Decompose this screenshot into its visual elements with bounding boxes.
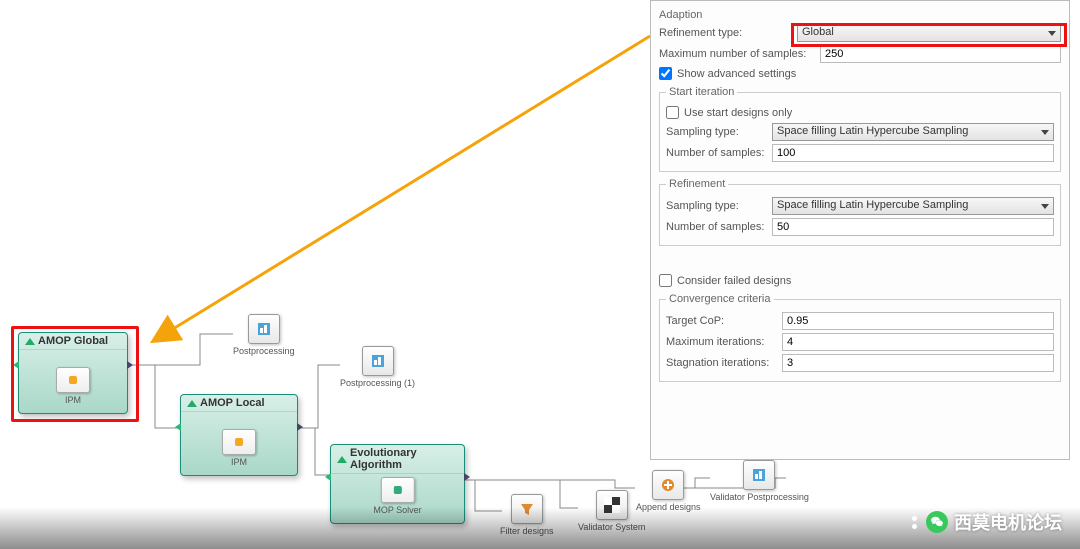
input-ref-num-samples[interactable]	[772, 218, 1054, 236]
label-refinement-type: Refinement type:	[659, 27, 791, 39]
legend-refinement: Refinement	[666, 178, 728, 190]
node-label: Validator Postprocessing	[710, 492, 809, 502]
label-ref-num-samples: Number of samples:	[666, 221, 766, 233]
label-stag-iter: Stagnation iterations:	[666, 357, 776, 369]
node-append-designs[interactable]: Append designs	[636, 470, 701, 512]
input-start-num-samples[interactable]	[772, 144, 1054, 162]
group-start-iteration: Start iteration Use start designs only S…	[659, 86, 1061, 172]
checkbox-show-advanced[interactable]	[659, 67, 672, 80]
label-max-iter: Maximum iterations:	[666, 336, 776, 348]
chevron-down-icon	[1041, 204, 1049, 209]
node-label: Postprocessing	[233, 346, 295, 356]
label-start-num-samples: Number of samples:	[666, 147, 766, 159]
label-max-samples: Maximum number of samples:	[659, 48, 814, 60]
highlight-refinement-type	[791, 23, 1067, 47]
node-label: Postprocessing (1)	[340, 378, 415, 388]
select-value: Space filling Latin Hypercube Sampling	[777, 199, 968, 211]
checkbox-consider-failed[interactable]	[659, 274, 672, 287]
node-postprocessing[interactable]: Postprocessing	[233, 314, 295, 356]
group-refinement: Refinement Sampling type: Space filling …	[659, 178, 1061, 246]
node-title: AMOP Local	[200, 397, 265, 409]
label-start-sampling-type: Sampling type:	[666, 126, 766, 138]
node-postprocessing-1[interactable]: Postprocessing (1)	[340, 346, 415, 388]
watermark-text: 西莫电机论坛	[954, 509, 1062, 535]
select-value: Space filling Latin Hypercube Sampling	[777, 125, 968, 137]
label-consider-failed: Consider failed designs	[677, 275, 791, 287]
legend-start-iteration: Start iteration	[666, 86, 737, 98]
wechat-dots-icon	[912, 516, 917, 529]
input-stag-iter[interactable]	[782, 354, 1054, 372]
group-convergence: Convergence criteria Target CoP: Maximum…	[659, 293, 1061, 382]
select-start-sampling-type[interactable]: Space filling Latin Hypercube Sampling	[772, 123, 1054, 141]
label-use-start-only: Use start designs only	[684, 107, 792, 119]
highlight-amop-global	[11, 326, 139, 422]
input-max-samples[interactable]	[820, 45, 1061, 63]
checkbox-use-start-only[interactable]	[666, 106, 679, 119]
watermark: 西莫电机论坛	[912, 509, 1062, 535]
select-ref-sampling-type[interactable]: Space filling Latin Hypercube Sampling	[772, 197, 1054, 215]
section-adaption: Adaption	[659, 9, 1061, 21]
node-amop-local[interactable]: AMOP Local IPM	[180, 394, 298, 476]
node-title: Evolutionary Algorithm	[350, 447, 458, 471]
node-validator-postprocessing[interactable]: Validator Postprocessing	[710, 460, 809, 502]
inner-node-icon	[380, 477, 414, 503]
input-target-cop[interactable]	[782, 312, 1054, 330]
input-max-iter[interactable]	[782, 333, 1054, 351]
wechat-icon	[926, 511, 948, 533]
inner-node-label: IPM	[222, 457, 256, 467]
node-status-icon	[187, 400, 197, 407]
label-show-advanced: Show advanced settings	[677, 68, 796, 80]
legend-convergence: Convergence criteria	[666, 293, 774, 305]
chevron-down-icon	[1041, 130, 1049, 135]
label-target-cop: Target CoP:	[666, 315, 776, 327]
canvas: AMOP Global IPM AMOP Local IPM Evolution…	[0, 0, 1080, 549]
node-status-icon	[337, 456, 347, 463]
settings-panel: Adaption Refinement type: Global Maximum…	[650, 0, 1070, 460]
label-ref-sampling-type: Sampling type:	[666, 200, 766, 212]
inner-node-icon	[222, 429, 256, 455]
